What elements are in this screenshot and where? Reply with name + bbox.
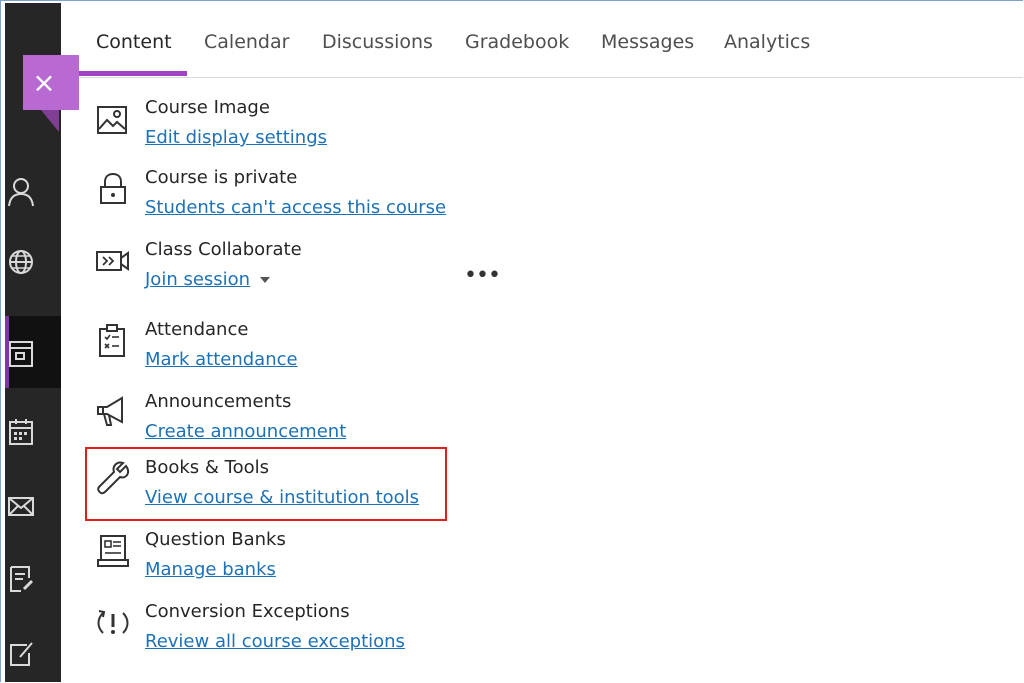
chevron-down-icon[interactable] (260, 277, 271, 283)
item-title: Question Banks (145, 529, 286, 550)
highlight-annotation (85, 447, 447, 521)
mark-attendance-link[interactable]: Mark attendance (145, 349, 298, 370)
rail-grades[interactable] (5, 558, 61, 598)
course-tab-bar: Content Calendar Discussions Gradebook M… (79, 3, 1023, 78)
question-bank-icon (97, 535, 129, 567)
join-session-link[interactable]: Join session (145, 269, 271, 290)
megaphone-icon (97, 396, 123, 426)
rail-profile[interactable] (5, 171, 61, 211)
tab-messages[interactable]: Messages (601, 31, 694, 53)
tab-calendar[interactable]: Calendar (204, 31, 289, 53)
item-title: Announcements (145, 391, 292, 412)
join-session-label: Join session (145, 269, 251, 290)
clipboard-icon (99, 324, 125, 357)
rail-institution[interactable] (5, 241, 61, 281)
courses-icon (9, 341, 33, 367)
course-access-link[interactable]: Students can't access this course (145, 197, 446, 218)
profile-icon (8, 178, 34, 207)
lock-icon (100, 172, 126, 204)
image-icon (97, 106, 127, 134)
create-announcement-link[interactable]: Create announcement (145, 421, 346, 442)
rail-messages[interactable] (5, 485, 61, 525)
close-icon: × (32, 65, 56, 99)
tab-analytics[interactable]: Analytics (724, 31, 810, 53)
calendar-icon (9, 419, 33, 445)
app-window: Content Calendar Discussions Gradebook M… (0, 0, 1023, 682)
rail-edit[interactable] (5, 633, 61, 673)
item-title: Attendance (145, 319, 249, 340)
item-title: Conversion Exceptions (145, 601, 350, 622)
tab-gradebook[interactable]: Gradebook (465, 31, 569, 53)
tab-discussions[interactable]: Discussions (322, 31, 433, 53)
review-exceptions-link[interactable]: Review all course exceptions (145, 631, 405, 652)
manage-banks-link[interactable]: Manage banks (145, 559, 276, 580)
exception-icon (97, 610, 129, 634)
active-tab-underline (79, 71, 187, 76)
rail-courses[interactable] (5, 333, 61, 373)
mail-icon (8, 497, 34, 516)
grades-icon (10, 566, 34, 592)
rail-calendar[interactable] (5, 411, 61, 451)
globe-icon (9, 250, 33, 274)
tab-content[interactable]: Content (96, 31, 172, 53)
close-panel-button[interactable]: × (23, 55, 79, 110)
more-options-button[interactable]: ••• (464, 263, 501, 288)
edit-display-settings-link[interactable]: Edit display settings (145, 127, 327, 148)
edit-icon (10, 642, 33, 666)
item-title: Course is private (145, 167, 298, 188)
item-title: Class Collaborate (145, 239, 302, 260)
video-icon (96, 251, 129, 271)
item-title: Course Image (145, 97, 270, 118)
